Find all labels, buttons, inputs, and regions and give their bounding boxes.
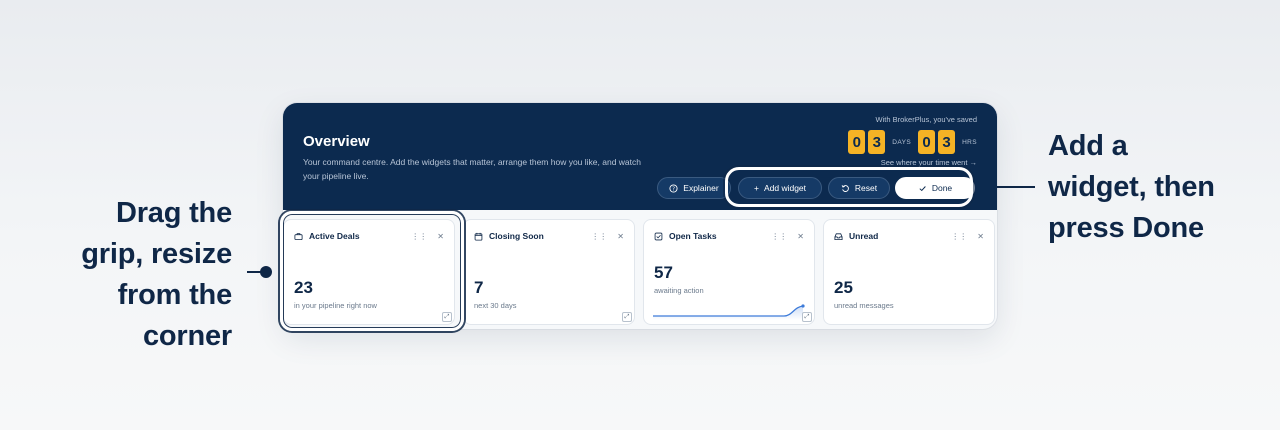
- briefcase-icon: [294, 232, 303, 240]
- hrs-unit: HRS: [962, 138, 977, 146]
- annotation-line: Drag the: [115, 197, 232, 229]
- drag-grip-icon[interactable]: ⋮⋮: [771, 232, 787, 241]
- days-digit: 0: [848, 130, 866, 154]
- overview-banner: Overview Your command centre. Add the wi…: [283, 103, 997, 210]
- help-circle-icon: ?: [669, 183, 678, 193]
- check-icon: [919, 185, 926, 191]
- annotation-drag-resize: Drag the grip, resize from the corner: [81, 193, 232, 357]
- widget-value: 57: [654, 263, 673, 282]
- widget-subtext: in your pipeline right now: [294, 301, 377, 310]
- widget-title: Open Tasks: [669, 231, 717, 241]
- done-button[interactable]: Done: [895, 177, 975, 199]
- annotation-add-done: Add a widget, then press Done: [1048, 126, 1215, 249]
- page-description: Your command centre. Add the widgets tha…: [303, 157, 641, 181]
- days-unit: DAYS: [892, 138, 912, 146]
- widget-value: 25: [834, 278, 853, 297]
- annotation-line: Add a: [1048, 130, 1128, 162]
- reset-button[interactable]: Reset: [828, 177, 890, 199]
- annotation-line: press Done: [1048, 212, 1204, 244]
- widget-subtext: awaiting action: [654, 286, 704, 295]
- close-icon[interactable]: ✕: [437, 232, 444, 241]
- add-widget-label: Add widget: [763, 183, 807, 193]
- annotation-line: grip, resize: [81, 238, 232, 270]
- annotation-dot-left: [260, 266, 272, 278]
- explainer-button[interactable]: ? Explainer: [657, 177, 731, 199]
- hrs-digit: 3: [938, 130, 956, 154]
- explainer-label: Explainer: [683, 183, 719, 193]
- svg-text:?: ?: [672, 186, 675, 192]
- widget-subtext: unread messages: [834, 301, 894, 310]
- widget-active-deals[interactable]: Active Deals ⋮⋮ ✕ 23 in your pipeline ri…: [283, 219, 455, 325]
- widget-title: Active Deals: [309, 231, 360, 241]
- widget-unread[interactable]: Unread ⋮⋮ ✕ 25 unread messages: [823, 219, 995, 325]
- inbox-icon: [834, 232, 843, 240]
- drag-grip-icon[interactable]: ⋮⋮: [591, 232, 607, 241]
- annotation-line: corner: [142, 320, 232, 352]
- drag-grip-icon[interactable]: ⋮⋮: [951, 232, 967, 241]
- widget-subtext: next 30 days: [474, 301, 517, 310]
- annotation-line: widget, then: [1048, 171, 1215, 203]
- close-icon[interactable]: ✕: [797, 232, 804, 241]
- sparkline: [653, 304, 805, 320]
- reset-icon: [841, 184, 849, 192]
- plus-icon: +: [753, 183, 759, 193]
- widget-value: 23: [294, 278, 313, 297]
- drag-grip-icon[interactable]: ⋮⋮: [411, 232, 427, 241]
- widget-title: Unread: [849, 231, 879, 241]
- resize-handle-icon[interactable]: ⤢: [802, 312, 812, 322]
- widget-title: Closing Soon: [489, 231, 544, 241]
- dashboard-window: Overview Your command centre. Add the wi…: [283, 103, 997, 329]
- page-title: Overview: [303, 133, 370, 150]
- add-widget-button[interactable]: + Add widget: [738, 177, 822, 199]
- annotation-line: from the: [117, 279, 233, 311]
- see-time-link[interactable]: See where your time went →: [881, 158, 977, 167]
- time-saved-label: With BrokerPlus, you've saved: [875, 115, 977, 124]
- resize-handle-icon[interactable]: ⤢: [442, 312, 452, 322]
- checkbox-icon: [654, 232, 663, 240]
- calendar-icon: [474, 232, 483, 241]
- annotation-connector-left: [247, 271, 261, 273]
- close-icon[interactable]: ✕: [977, 232, 984, 241]
- resize-handle-icon[interactable]: ⤢: [622, 312, 632, 322]
- hrs-digit: 0: [918, 130, 936, 154]
- time-saved-counter: 0 3 DAYS 0 3 HRS: [848, 130, 977, 154]
- sparkline-line: [653, 305, 804, 317]
- widget-open-tasks[interactable]: Open Tasks ⋮⋮ ✕ 57 awaiting action ⤢: [643, 219, 815, 325]
- done-label: Done: [931, 183, 953, 193]
- days-digit: 3: [868, 130, 886, 154]
- widget-value: 7: [474, 278, 484, 297]
- reset-label: Reset: [854, 183, 878, 193]
- widget-closing-soon[interactable]: Closing Soon ⋮⋮ ✕ 7 next 30 days ⤢: [463, 219, 635, 325]
- sparkline-point: [801, 304, 805, 308]
- close-icon[interactable]: ✕: [617, 232, 624, 241]
